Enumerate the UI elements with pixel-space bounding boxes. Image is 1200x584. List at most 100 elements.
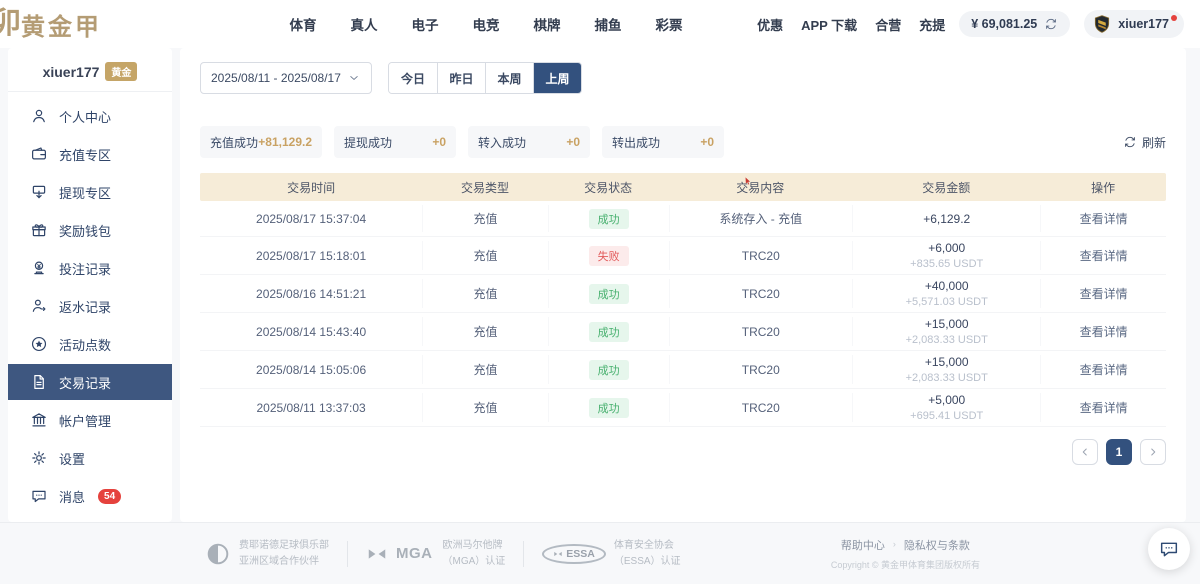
- quick-link[interactable]: 合营: [875, 15, 901, 34]
- sidebar-item-gear[interactable]: 设置: [8, 440, 172, 476]
- top-nav-item[interactable]: 捕鱼: [595, 14, 622, 34]
- cell-content: TRC20: [669, 355, 853, 384]
- bet-icon: [30, 259, 48, 277]
- top-nav-item[interactable]: 真人: [351, 14, 378, 34]
- sidebar-item-label: 活动点数: [59, 335, 111, 354]
- table-row: 2025/08/11 13:37:03充值成功TRC20+5,000+695.4…: [200, 389, 1166, 427]
- rebate-icon: [30, 297, 48, 315]
- divider: ›: [893, 540, 896, 549]
- site-logo[interactable]: 卯 黄金甲: [0, 7, 215, 42]
- mga-icon: [553, 549, 563, 559]
- cell-type: 充值: [422, 393, 548, 422]
- view-details-link[interactable]: 查看详情: [1080, 247, 1128, 264]
- sidebar-item-chat[interactable]: 消息54: [8, 478, 172, 514]
- sidebar-item-user[interactable]: 个人中心: [8, 98, 172, 134]
- refresh-button[interactable]: 刷新: [1123, 134, 1166, 151]
- sidebar-item-label: 返水记录: [59, 297, 111, 316]
- view-details-link[interactable]: 查看详情: [1080, 285, 1128, 302]
- mga-logo-text: MGA: [396, 545, 433, 562]
- page-1-button[interactable]: 1: [1106, 439, 1132, 465]
- cell-content: TRC20: [669, 241, 853, 270]
- period-tabs: 今日昨日本周上周: [388, 62, 582, 94]
- period-tab[interactable]: 本周: [485, 63, 533, 93]
- table-row: 2025/08/14 15:43:40充值成功TRC20+15,000+2,08…: [200, 313, 1166, 351]
- amount-usdt: +2,083.33 USDT: [906, 334, 988, 346]
- table-row: 2025/08/16 14:51:21充值成功TRC20+40,000+5,57…: [200, 275, 1166, 313]
- table-row: 2025/08/14 15:05:06充值成功TRC20+15,000+2,08…: [200, 351, 1166, 389]
- top-nav-item[interactable]: 电子: [412, 14, 439, 34]
- sidebar-item-star[interactable]: 活动点数: [8, 326, 172, 362]
- view-details-link[interactable]: 查看详情: [1080, 399, 1128, 416]
- sidebar-item-label: 奖励钱包: [59, 221, 111, 240]
- page-content: xiuer177 黄金 个人中心充值专区提现专区奖励钱包投注记录返水记录活动点数…: [0, 48, 1200, 522]
- sidebar-item-label: 帐户管理: [59, 411, 111, 430]
- cell-amount: +15,000: [925, 355, 969, 369]
- sidebar-item-withdraw[interactable]: 提现专区: [8, 174, 172, 210]
- summary-value: +0: [566, 135, 580, 149]
- cell-time: 2025/08/17 15:37:04: [200, 205, 422, 232]
- amount-usdt: +5,571.03 USDT: [906, 296, 988, 308]
- sidebar-item-bank[interactable]: 帐户管理: [8, 402, 172, 438]
- sidebar-item-rebate[interactable]: 返水记录: [8, 288, 172, 324]
- sidebar-item-bet[interactable]: 投注记录: [8, 250, 172, 286]
- top-nav-item[interactable]: 电竞: [473, 14, 500, 34]
- quick-link[interactable]: 优惠: [757, 15, 783, 34]
- sidebar-item-wallet[interactable]: 充值专区: [8, 136, 172, 172]
- column-header: 交易时间: [200, 179, 422, 196]
- mouse-cursor-artifact: [743, 175, 753, 188]
- pagination: 1: [200, 439, 1166, 465]
- top-nav-item[interactable]: 体育: [290, 14, 317, 34]
- view-details-link[interactable]: 查看详情: [1080, 210, 1128, 227]
- table-row: 2025/08/17 15:37:04充值成功系统存入 - 充值+6,129.2…: [200, 201, 1166, 237]
- mga-icon: [366, 543, 388, 565]
- header-actions: 优惠 APP 下载合营充提 ¥ 69,081.25 xiuer177: [757, 10, 1184, 38]
- balance-pill[interactable]: ¥ 69,081.25: [959, 11, 1070, 37]
- user-menu[interactable]: xiuer177: [1084, 10, 1184, 38]
- period-tab[interactable]: 昨日: [437, 63, 485, 93]
- period-tab[interactable]: 今日: [389, 63, 437, 93]
- summary-value: +0: [700, 135, 714, 149]
- certifications: 费耶诺德足球俱乐部亚洲区域合作伙伴MGA欧洲马尔他牌（MGA）认证ESSA体育安…: [205, 538, 681, 569]
- star-icon: [30, 335, 48, 353]
- view-details-link[interactable]: 查看详情: [1080, 361, 1128, 378]
- logo-text: 黄金甲: [21, 7, 102, 42]
- footer-link[interactable]: 帮助中心: [841, 537, 885, 553]
- footer-right: 帮助中心›隐私权与条款 Copyright © 黄金甲体育集团版权所有: [831, 537, 980, 571]
- sidebar-item-label: 设置: [59, 449, 85, 468]
- gift-icon: [30, 221, 48, 239]
- sidebar-menu: 个人中心充值专区提现专区奖励钱包投注记录返水记录活动点数交易记录帐户管理设置消息…: [8, 98, 172, 514]
- transactions-table: 交易时间交易类型交易状态交易内容交易金额操作 2025/08/17 15:37:…: [200, 173, 1166, 427]
- live-chat-button[interactable]: [1148, 528, 1190, 570]
- unread-count-badge: 54: [98, 489, 121, 504]
- summary-label: 转出成功: [612, 134, 660, 151]
- sidebar-item-doc[interactable]: 交易记录: [8, 364, 172, 400]
- cell-type: 充值: [422, 355, 548, 384]
- quick-links: 优惠 APP 下载合营充提: [757, 15, 945, 34]
- summary-stats: 充值成功+81,129.2提现成功+0转入成功+0转出成功+0: [200, 126, 724, 158]
- cell-type: 充值: [422, 205, 548, 232]
- user-icon: [30, 107, 48, 125]
- date-range-select[interactable]: 2025/08/11 - 2025/08/17: [200, 62, 372, 94]
- status-badge: 成功: [589, 284, 629, 304]
- footer-link[interactable]: 隐私权与条款: [904, 537, 970, 553]
- top-header: 卯 黄金甲 体育 真人 电子 电竞 棋牌 捕鱼 彩票 优惠 APP 下载合营充提 ¥ 69,0…: [0, 0, 1200, 48]
- prev-page-button[interactable]: [1072, 439, 1098, 465]
- header-username: xiuer177: [1118, 17, 1169, 31]
- refresh-label: 刷新: [1142, 134, 1166, 151]
- amount-usdt: +835.65 USDT: [910, 258, 983, 270]
- cell-content: TRC20: [669, 317, 853, 346]
- cell-content: TRC20: [669, 279, 853, 308]
- next-page-button[interactable]: [1140, 439, 1166, 465]
- sidebar-item-gift[interactable]: 奖励钱包: [8, 212, 172, 248]
- period-tab[interactable]: 上周: [533, 63, 581, 93]
- view-details-link[interactable]: 查看详情: [1080, 323, 1128, 340]
- quick-link[interactable]: 充提: [919, 15, 945, 34]
- top-nav-item[interactable]: 棋牌: [534, 14, 561, 34]
- top-nav-item[interactable]: 彩票: [656, 14, 683, 34]
- summary-value: +81,129.2: [258, 135, 312, 149]
- cell-time: 2025/08/11 13:37:03: [200, 393, 422, 422]
- vip-level-badge: 黄金: [105, 62, 137, 81]
- refresh-balance-icon[interactable]: [1044, 17, 1058, 31]
- quick-link[interactable]: APP 下载: [801, 15, 857, 34]
- bank-icon: [30, 411, 48, 429]
